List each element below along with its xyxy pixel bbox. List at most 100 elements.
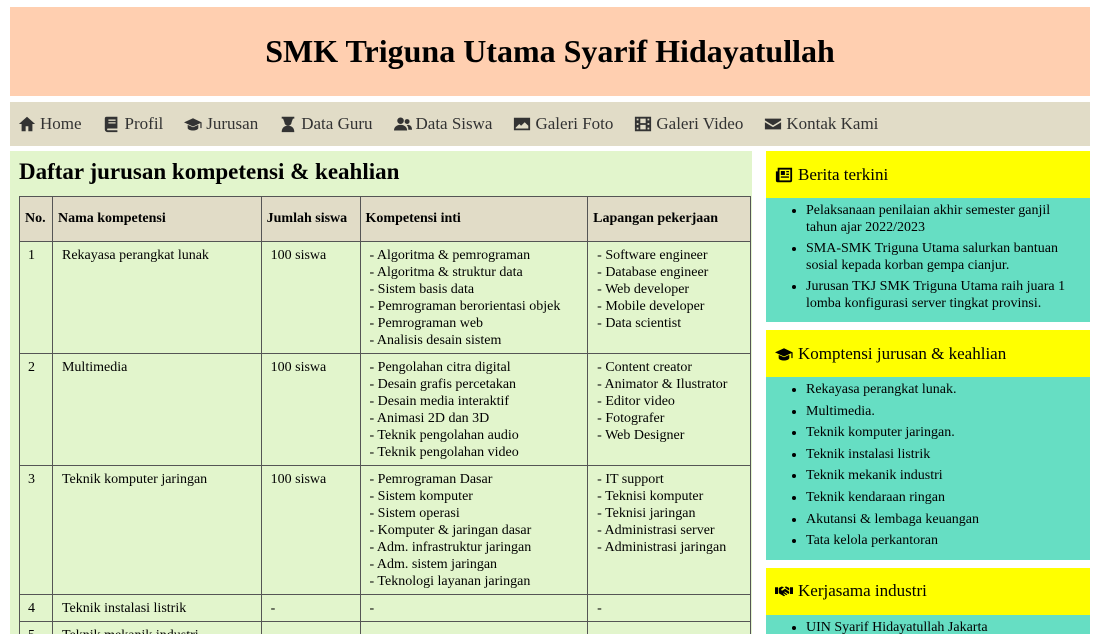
nav-data-guru[interactable]: Data Guru <box>279 114 373 134</box>
nav-galeri-foto[interactable]: Galeri Foto <box>513 114 613 134</box>
nav-label: Galeri Video <box>656 114 744 133</box>
nav-galeri-video[interactable]: Galeri Video <box>634 114 743 134</box>
list-item: - Data scientist <box>597 316 682 331</box>
kompetensi-panel-header: Komptensi jurusan & keahlian <box>766 330 1090 377</box>
panel-title: Komptensi jurusan & keahlian <box>798 343 1007 363</box>
list-item: - Web developer <box>597 282 690 297</box>
list-item: - Teknologi layanan jaringan <box>369 574 531 589</box>
list-item: - Animator & Ilustrator <box>597 377 728 392</box>
users-icon <box>393 115 412 133</box>
list-item: - Algoritma & struktur data <box>369 265 523 280</box>
list-item: - Web Designer <box>597 428 685 443</box>
newspaper-icon <box>775 166 793 184</box>
table-row: 1 Rekayasa perangkat lunak 100 siswa - A… <box>19 241 751 354</box>
cell-no: 4 <box>19 594 53 622</box>
cell-no: 1 <box>19 241 53 354</box>
cell-nama: Teknik mekanik industri <box>51 621 262 634</box>
nav-label: Jurusan <box>206 114 259 133</box>
list-item[interactable]: Tata kelola perkantoran <box>806 532 1080 549</box>
list-item: - Administrasi jaringan <box>597 540 727 555</box>
nav-label: Data Guru <box>301 114 373 133</box>
graduation-cap-icon <box>184 115 202 133</box>
nav-profil[interactable]: Profil <box>103 114 163 134</box>
list-item: - Desain grafis percetakan <box>369 377 517 392</box>
nav-data-siswa[interactable]: Data Siswa <box>393 114 493 134</box>
list-item: - Database engineer <box>597 265 709 280</box>
cell-inti: - Pengolahan citra digital - Desain graf… <box>359 353 589 466</box>
column-header: No. <box>19 196 53 242</box>
list-item: - IT support <box>597 472 664 487</box>
table-row: 2 Multimedia 100 siswa - Pengolahan citr… <box>19 353 751 466</box>
cell-inti: - Pemrograman Dasar - Sistem komputer - … <box>359 465 589 595</box>
berita-panel-body: Pelaksanaan penilaian akhir semester gan… <box>766 198 1090 322</box>
cell-lapangan: - <box>587 594 751 622</box>
table-row: 4 Teknik instalasi listrik - - - <box>19 594 751 622</box>
handshake-icon <box>775 582 793 600</box>
news-item[interactable]: Jurusan TKJ SMK Triguna Utama raih juara… <box>806 278 1080 312</box>
list-item[interactable]: Teknik komputer jaringan. <box>806 424 1080 441</box>
list-item[interactable]: Rekayasa perangkat lunak. <box>806 381 1080 398</box>
list-item: - Editor video <box>597 394 675 409</box>
sidebar: Berita terkini Pelaksanaan penilaian akh… <box>766 151 1090 634</box>
site-header: SMK Triguna Utama Syarif Hidayatullah <box>10 7 1090 96</box>
kerjasama-panel-header: Kerjasama industri <box>766 567 1090 615</box>
jurusan-table: No. Nama kompetensi Jumlah siswa Kompete… <box>19 196 751 634</box>
book-icon <box>103 115 121 133</box>
site-title: SMK Triguna Utama Syarif Hidayatullah <box>265 33 835 69</box>
table-row: 3 Teknik komputer jaringan 100 siswa - P… <box>19 465 751 595</box>
cell-nama: Teknik instalasi listrik <box>51 594 262 622</box>
nav-home[interactable]: Home <box>18 114 82 134</box>
list-item: - Pemrograman berorientasi objek <box>369 299 561 314</box>
home-icon <box>18 115 36 133</box>
list-item[interactable]: Multimedia. <box>806 403 1080 420</box>
column-header: Jumlah siswa <box>260 196 361 242</box>
page-title: Daftar jurusan kompetensi & keahlian <box>19 159 400 184</box>
news-item[interactable]: Pelaksanaan penilaian akhir semester gan… <box>806 202 1080 236</box>
graduation-cap-icon <box>775 345 793 363</box>
film-icon <box>634 115 652 133</box>
cell-jumlah: 100 siswa <box>260 465 361 595</box>
image-icon <box>513 115 531 133</box>
list-item: - Komputer & jaringan dasar <box>369 523 532 538</box>
cell-nama: Teknik komputer jaringan <box>51 465 262 595</box>
cell-lapangan: - IT support - Teknisi komputer - Teknis… <box>587 465 751 595</box>
list-item[interactable]: Akutansi & lembaga keuangan <box>806 511 1080 528</box>
panel-title: Berita terkini <box>798 164 889 184</box>
cell-lapangan: - Content creator - Animator & Ilustrato… <box>587 353 751 466</box>
list-item[interactable]: Teknik kendaraan ringan <box>806 489 1080 506</box>
list-item[interactable]: UIN Syarif Hidayatullah Jakarta <box>806 619 1080 634</box>
nav-jurusan[interactable]: Jurusan <box>184 114 258 134</box>
list-item: - Sistem operasi <box>369 506 460 521</box>
nav-label: Data Siswa <box>415 114 493 133</box>
cell-jumlah: 100 siswa <box>260 241 361 354</box>
cell-inti: - <box>359 594 589 622</box>
list-item: - Sistem komputer <box>369 489 473 504</box>
list-item[interactable]: Teknik mekanik industri <box>806 467 1080 484</box>
table-header-row: No. Nama kompetensi Jumlah siswa Kompete… <box>19 196 751 242</box>
list-item: - Algoritma & pemrograman <box>369 248 531 263</box>
list-item: - Pemrograman web <box>369 316 484 331</box>
list-item: - Fotografer <box>597 411 665 426</box>
cell-no: 5 <box>19 621 53 634</box>
envelope-icon <box>764 115 782 133</box>
kerjasama-panel-body: UIN Syarif Hidayatullah Jakarta <box>766 614 1090 634</box>
cell-nama: Rekayasa perangkat lunak <box>51 241 262 354</box>
news-item[interactable]: SMA-SMK Triguna Utama salurkan bantuan s… <box>806 240 1080 274</box>
cell-no: 2 <box>19 353 53 466</box>
cell-inti: - Algoritma & pemrograman - Algoritma & … <box>359 241 589 354</box>
main-content: Daftar jurusan kompetensi & keahlian No.… <box>10 151 752 634</box>
teacher-icon <box>279 115 297 133</box>
cell-lapangan: - Software engineer - Database engineer … <box>587 241 751 354</box>
cell-nama: Multimedia <box>51 353 262 466</box>
list-item: - Teknik pengolahan audio <box>369 428 519 443</box>
nav-kontak-kami[interactable]: Kontak Kami <box>764 114 878 134</box>
table-row: 5 Teknik mekanik industri <box>19 621 751 634</box>
main-nav: Home Profil Jurusan Data Guru Data Siswa… <box>10 102 1090 146</box>
nav-label: Galeri Foto <box>535 114 614 133</box>
list-item: - Adm. infrastruktur jaringan <box>369 540 532 555</box>
column-header: Lapangan pekerjaan <box>587 196 751 242</box>
list-item: - Desain media interaktif <box>369 394 510 409</box>
list-item: - Analisis desain sistem <box>369 333 502 348</box>
list-item: - Teknisi komputer <box>597 489 704 504</box>
list-item[interactable]: Teknik instalasi listrik <box>806 446 1080 463</box>
